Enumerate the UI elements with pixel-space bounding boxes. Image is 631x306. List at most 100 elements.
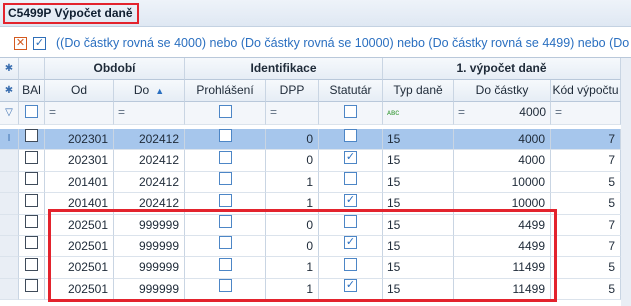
cell-prohlaseni[interactable] bbox=[185, 257, 266, 279]
table-row[interactable]: I 202301 202412 0 15 4000 7 bbox=[0, 129, 631, 151]
cell-statutar[interactable] bbox=[319, 171, 383, 194]
filter-prohlaseni[interactable] bbox=[185, 102, 266, 125]
cell-do-castky[interactable]: 10000 bbox=[454, 193, 551, 215]
table-row[interactable]: 202301 202412 0 ✓ 15 4000 7 bbox=[0, 150, 631, 172]
bal-checkbox[interactable] bbox=[25, 257, 38, 271]
statutar-checkbox[interactable] bbox=[344, 129, 357, 143]
filter-expression[interactable]: ((Do částky rovná se 4000) nebo (Do část… bbox=[56, 36, 629, 50]
cell-typ-dane[interactable]: 15 bbox=[383, 171, 454, 194]
cell-bal[interactable] bbox=[19, 129, 45, 151]
cell-dpp[interactable]: 0 bbox=[266, 150, 319, 172]
row-indicator[interactable] bbox=[0, 257, 19, 279]
cell-dpp[interactable]: 0 bbox=[266, 236, 319, 258]
cell-statutar[interactable] bbox=[319, 214, 383, 236]
row-indicator[interactable] bbox=[0, 214, 19, 236]
cell-bal[interactable] bbox=[19, 278, 45, 301]
cell-bal[interactable] bbox=[19, 171, 45, 194]
cell-bal[interactable] bbox=[19, 214, 45, 236]
bal-checkbox[interactable] bbox=[25, 236, 38, 250]
group-obdobi[interactable]: Období bbox=[45, 58, 185, 80]
cell-typ-dane[interactable]: 15 bbox=[383, 129, 454, 151]
cell-dpp[interactable]: 1 bbox=[266, 193, 319, 215]
cell-do-castky[interactable]: 4000 bbox=[454, 150, 551, 172]
cell-statutar[interactable]: ✓ bbox=[319, 236, 383, 258]
cell-statutar[interactable]: ✓ bbox=[319, 278, 383, 301]
cell-prohlaseni[interactable] bbox=[185, 214, 266, 236]
row-indicator[interactable] bbox=[0, 278, 19, 301]
bal-checkbox[interactable] bbox=[25, 214, 38, 228]
prohlaseni-checkbox[interactable] bbox=[218, 150, 232, 164]
statutar-checkbox[interactable] bbox=[344, 214, 357, 228]
cell-prohlaseni[interactable] bbox=[185, 171, 266, 194]
cell-od[interactable]: 202501 bbox=[45, 257, 114, 279]
statutar-checkbox[interactable]: ✓ bbox=[344, 279, 357, 293]
vertical-scrollbar[interactable] bbox=[621, 58, 631, 306]
filter-dpp[interactable]: = bbox=[266, 102, 319, 125]
cell-kod-vypoctu[interactable]: 7 bbox=[551, 150, 621, 172]
col-do[interactable]: Do ▲ bbox=[114, 80, 185, 102]
cell-typ-dane[interactable]: 15 bbox=[383, 193, 454, 215]
cell-typ-dane[interactable]: 15 bbox=[383, 150, 454, 172]
statutar-checkbox[interactable]: ✓ bbox=[344, 150, 357, 164]
cell-od[interactable]: 201401 bbox=[45, 193, 114, 215]
cell-typ-dane[interactable]: 15 bbox=[383, 257, 454, 279]
cell-od[interactable]: 202301 bbox=[45, 129, 114, 151]
table-row[interactable]: 202501 999999 1 15 11499 5 bbox=[0, 257, 631, 279]
clear-filter-icon[interactable]: ✕ bbox=[14, 37, 27, 50]
col-dpp[interactable]: DPP bbox=[266, 80, 319, 102]
row-indicator[interactable] bbox=[0, 193, 19, 215]
col-typ-dane[interactable]: Typ daně bbox=[383, 80, 454, 102]
bal-checkbox[interactable] bbox=[25, 129, 38, 143]
cell-bal[interactable] bbox=[19, 150, 45, 172]
cell-bal[interactable] bbox=[19, 236, 45, 258]
cell-kod-vypoctu[interactable]: 7 bbox=[551, 236, 621, 258]
table-row[interactable]: 202501 999999 1 ✓ 15 11499 5 bbox=[0, 278, 631, 301]
cell-od[interactable]: 202301 bbox=[45, 150, 114, 172]
cell-dpp[interactable]: 0 bbox=[266, 214, 319, 236]
cell-kod-vypoctu[interactable]: 5 bbox=[551, 278, 621, 301]
cell-dpp[interactable]: 0 bbox=[266, 129, 319, 151]
cell-do-castky[interactable]: 4499 bbox=[454, 214, 551, 236]
group-vypocet[interactable]: 1. výpočet daně bbox=[383, 58, 621, 80]
statutar-checkbox[interactable]: ✓ bbox=[344, 193, 357, 207]
cell-kod-vypoctu[interactable]: 5 bbox=[551, 171, 621, 194]
prohlaseni-checkbox[interactable] bbox=[218, 257, 232, 271]
cell-do[interactable]: 999999 bbox=[114, 236, 185, 258]
filter-checkbox[interactable]: ✓ bbox=[33, 37, 46, 50]
row-indicator[interactable] bbox=[0, 171, 19, 194]
cell-do[interactable]: 202412 bbox=[114, 150, 185, 172]
cell-do-castky[interactable]: 11499 bbox=[454, 257, 551, 279]
prohlaseni-checkbox[interactable] bbox=[218, 193, 232, 207]
col-kod-vypoctu[interactable]: Kód výpočtu bbox=[551, 80, 621, 102]
cell-typ-dane[interactable]: 15 bbox=[383, 236, 454, 258]
col-bal[interactable]: BAl bbox=[19, 80, 45, 102]
cell-do[interactable]: 202412 bbox=[114, 129, 185, 151]
cell-do[interactable]: 202412 bbox=[114, 193, 185, 215]
prohlaseni-checkbox[interactable] bbox=[218, 172, 232, 186]
cell-do-castky[interactable]: 4499 bbox=[454, 236, 551, 258]
col-statutar[interactable]: Statutár bbox=[319, 80, 383, 102]
cell-od[interactable]: 202501 bbox=[45, 214, 114, 236]
cell-prohlaseni[interactable] bbox=[185, 193, 266, 215]
cell-do[interactable]: 999999 bbox=[114, 214, 185, 236]
cell-kod-vypoctu[interactable]: 7 bbox=[551, 214, 621, 236]
cell-dpp[interactable]: 1 bbox=[266, 171, 319, 194]
cell-statutar[interactable] bbox=[319, 129, 383, 151]
cell-typ-dane[interactable]: 15 bbox=[383, 214, 454, 236]
filter-bal[interactable] bbox=[19, 102, 45, 125]
cell-kod-vypoctu[interactable]: 7 bbox=[551, 129, 621, 151]
prohlaseni-checkbox[interactable] bbox=[218, 214, 232, 228]
filter-kod-vypoctu[interactable]: = bbox=[551, 102, 621, 125]
prohlaseni-checkbox[interactable] bbox=[218, 279, 232, 293]
cell-bal[interactable] bbox=[19, 193, 45, 215]
cell-statutar[interactable] bbox=[319, 257, 383, 279]
cell-od[interactable]: 201401 bbox=[45, 171, 114, 194]
filter-od[interactable]: = bbox=[45, 102, 114, 125]
cell-do[interactable]: 999999 bbox=[114, 257, 185, 279]
col-prohlaseni[interactable]: Prohlášení bbox=[185, 80, 266, 102]
cell-dpp[interactable]: 1 bbox=[266, 257, 319, 279]
statutar-checkbox[interactable] bbox=[344, 172, 357, 186]
row-indicator[interactable] bbox=[0, 236, 19, 258]
row-indicator[interactable]: I bbox=[0, 129, 19, 151]
group-identifikace[interactable]: Identifikace bbox=[185, 58, 383, 80]
